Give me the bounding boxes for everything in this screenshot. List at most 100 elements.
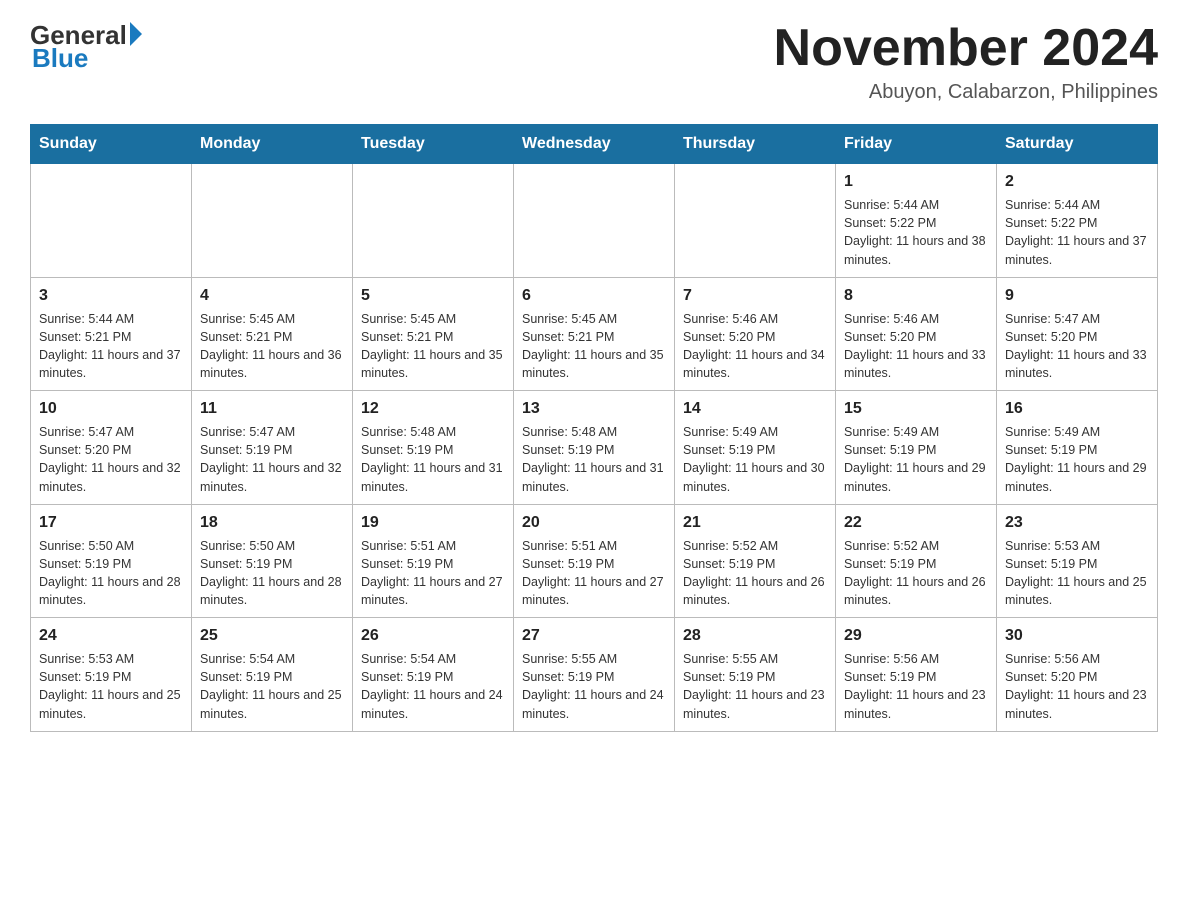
day-info: Sunrise: 5:45 AM Sunset: 5:21 PM Dayligh… [361, 310, 505, 383]
calendar-cell: 8Sunrise: 5:46 AM Sunset: 5:20 PM Daylig… [836, 277, 997, 391]
day-number: 26 [361, 624, 505, 648]
day-info: Sunrise: 5:52 AM Sunset: 5:19 PM Dayligh… [683, 537, 827, 610]
day-info: Sunrise: 5:53 AM Sunset: 5:19 PM Dayligh… [39, 650, 183, 723]
day-number: 25 [200, 624, 344, 648]
week-row-4: 17Sunrise: 5:50 AM Sunset: 5:19 PM Dayli… [31, 504, 1158, 618]
logo-blue: Blue [32, 43, 88, 74]
calendar-cell: 22Sunrise: 5:52 AM Sunset: 5:19 PM Dayli… [836, 504, 997, 618]
location: Abuyon, Calabarzon, Philippines [774, 81, 1158, 104]
day-info: Sunrise: 5:50 AM Sunset: 5:19 PM Dayligh… [39, 537, 183, 610]
day-number: 4 [200, 284, 344, 308]
calendar-cell: 27Sunrise: 5:55 AM Sunset: 5:19 PM Dayli… [514, 618, 675, 732]
day-number: 24 [39, 624, 183, 648]
day-number: 8 [844, 284, 988, 308]
calendar-cell: 13Sunrise: 5:48 AM Sunset: 5:19 PM Dayli… [514, 391, 675, 505]
column-header-friday: Friday [836, 125, 997, 164]
calendar-cell: 10Sunrise: 5:47 AM Sunset: 5:20 PM Dayli… [31, 391, 192, 505]
day-info: Sunrise: 5:51 AM Sunset: 5:19 PM Dayligh… [361, 537, 505, 610]
day-number: 28 [683, 624, 827, 648]
day-info: Sunrise: 5:49 AM Sunset: 5:19 PM Dayligh… [844, 423, 988, 496]
day-info: Sunrise: 5:48 AM Sunset: 5:19 PM Dayligh… [361, 423, 505, 496]
day-number: 9 [1005, 284, 1149, 308]
day-info: Sunrise: 5:49 AM Sunset: 5:19 PM Dayligh… [683, 423, 827, 496]
day-number: 22 [844, 511, 988, 535]
page-header: General Blue November 2024 Abuyon, Calab… [30, 20, 1158, 104]
calendar-cell: 5Sunrise: 5:45 AM Sunset: 5:21 PM Daylig… [353, 277, 514, 391]
calendar-cell: 18Sunrise: 5:50 AM Sunset: 5:19 PM Dayli… [192, 504, 353, 618]
day-number: 2 [1005, 170, 1149, 194]
day-number: 1 [844, 170, 988, 194]
calendar-cell: 1Sunrise: 5:44 AM Sunset: 5:22 PM Daylig… [836, 164, 997, 278]
calendar-cell: 7Sunrise: 5:46 AM Sunset: 5:20 PM Daylig… [675, 277, 836, 391]
day-info: Sunrise: 5:45 AM Sunset: 5:21 PM Dayligh… [522, 310, 666, 383]
calendar-cell: 29Sunrise: 5:56 AM Sunset: 5:19 PM Dayli… [836, 618, 997, 732]
day-info: Sunrise: 5:51 AM Sunset: 5:19 PM Dayligh… [522, 537, 666, 610]
calendar-cell: 20Sunrise: 5:51 AM Sunset: 5:19 PM Dayli… [514, 504, 675, 618]
calendar-cell: 15Sunrise: 5:49 AM Sunset: 5:19 PM Dayli… [836, 391, 997, 505]
calendar-cell: 2Sunrise: 5:44 AM Sunset: 5:22 PM Daylig… [997, 164, 1158, 278]
calendar-cell: 4Sunrise: 5:45 AM Sunset: 5:21 PM Daylig… [192, 277, 353, 391]
day-info: Sunrise: 5:46 AM Sunset: 5:20 PM Dayligh… [683, 310, 827, 383]
day-info: Sunrise: 5:44 AM Sunset: 5:22 PM Dayligh… [844, 196, 988, 269]
day-info: Sunrise: 5:47 AM Sunset: 5:20 PM Dayligh… [39, 423, 183, 496]
day-number: 7 [683, 284, 827, 308]
day-number: 6 [522, 284, 666, 308]
calendar-cell [31, 164, 192, 278]
week-row-5: 24Sunrise: 5:53 AM Sunset: 5:19 PM Dayli… [31, 618, 1158, 732]
day-info: Sunrise: 5:48 AM Sunset: 5:19 PM Dayligh… [522, 423, 666, 496]
column-header-monday: Monday [192, 125, 353, 164]
day-number: 29 [844, 624, 988, 648]
calendar-cell: 21Sunrise: 5:52 AM Sunset: 5:19 PM Dayli… [675, 504, 836, 618]
calendar-cell: 24Sunrise: 5:53 AM Sunset: 5:19 PM Dayli… [31, 618, 192, 732]
day-number: 16 [1005, 397, 1149, 421]
day-number: 30 [1005, 624, 1149, 648]
calendar-cell: 6Sunrise: 5:45 AM Sunset: 5:21 PM Daylig… [514, 277, 675, 391]
day-number: 10 [39, 397, 183, 421]
day-info: Sunrise: 5:45 AM Sunset: 5:21 PM Dayligh… [200, 310, 344, 383]
calendar-cell [514, 164, 675, 278]
column-header-tuesday: Tuesday [353, 125, 514, 164]
day-info: Sunrise: 5:44 AM Sunset: 5:22 PM Dayligh… [1005, 196, 1149, 269]
column-header-wednesday: Wednesday [514, 125, 675, 164]
calendar-cell: 9Sunrise: 5:47 AM Sunset: 5:20 PM Daylig… [997, 277, 1158, 391]
calendar-cell: 14Sunrise: 5:49 AM Sunset: 5:19 PM Dayli… [675, 391, 836, 505]
calendar-cell: 16Sunrise: 5:49 AM Sunset: 5:19 PM Dayli… [997, 391, 1158, 505]
day-info: Sunrise: 5:47 AM Sunset: 5:19 PM Dayligh… [200, 423, 344, 496]
calendar-cell: 30Sunrise: 5:56 AM Sunset: 5:20 PM Dayli… [997, 618, 1158, 732]
calendar-cell: 28Sunrise: 5:55 AM Sunset: 5:19 PM Dayli… [675, 618, 836, 732]
day-number: 3 [39, 284, 183, 308]
month-title: November 2024 [774, 20, 1158, 77]
week-row-3: 10Sunrise: 5:47 AM Sunset: 5:20 PM Dayli… [31, 391, 1158, 505]
day-number: 19 [361, 511, 505, 535]
day-number: 12 [361, 397, 505, 421]
day-info: Sunrise: 5:50 AM Sunset: 5:19 PM Dayligh… [200, 537, 344, 610]
calendar-cell [192, 164, 353, 278]
week-row-2: 3Sunrise: 5:44 AM Sunset: 5:21 PM Daylig… [31, 277, 1158, 391]
title-area: November 2024 Abuyon, Calabarzon, Philip… [774, 20, 1158, 104]
day-number: 15 [844, 397, 988, 421]
calendar-cell: 12Sunrise: 5:48 AM Sunset: 5:19 PM Dayli… [353, 391, 514, 505]
day-info: Sunrise: 5:56 AM Sunset: 5:20 PM Dayligh… [1005, 650, 1149, 723]
day-info: Sunrise: 5:52 AM Sunset: 5:19 PM Dayligh… [844, 537, 988, 610]
calendar-cell: 11Sunrise: 5:47 AM Sunset: 5:19 PM Dayli… [192, 391, 353, 505]
day-info: Sunrise: 5:49 AM Sunset: 5:19 PM Dayligh… [1005, 423, 1149, 496]
calendar-cell: 23Sunrise: 5:53 AM Sunset: 5:19 PM Dayli… [997, 504, 1158, 618]
day-info: Sunrise: 5:54 AM Sunset: 5:19 PM Dayligh… [200, 650, 344, 723]
day-number: 13 [522, 397, 666, 421]
day-number: 20 [522, 511, 666, 535]
day-info: Sunrise: 5:54 AM Sunset: 5:19 PM Dayligh… [361, 650, 505, 723]
calendar-cell: 19Sunrise: 5:51 AM Sunset: 5:19 PM Dayli… [353, 504, 514, 618]
week-row-1: 1Sunrise: 5:44 AM Sunset: 5:22 PM Daylig… [31, 164, 1158, 278]
day-number: 27 [522, 624, 666, 648]
day-number: 23 [1005, 511, 1149, 535]
calendar-cell: 25Sunrise: 5:54 AM Sunset: 5:19 PM Dayli… [192, 618, 353, 732]
calendar-cell: 26Sunrise: 5:54 AM Sunset: 5:19 PM Dayli… [353, 618, 514, 732]
day-info: Sunrise: 5:47 AM Sunset: 5:20 PM Dayligh… [1005, 310, 1149, 383]
day-info: Sunrise: 5:44 AM Sunset: 5:21 PM Dayligh… [39, 310, 183, 383]
calendar-cell [353, 164, 514, 278]
day-info: Sunrise: 5:56 AM Sunset: 5:19 PM Dayligh… [844, 650, 988, 723]
day-number: 11 [200, 397, 344, 421]
column-header-thursday: Thursday [675, 125, 836, 164]
day-number: 5 [361, 284, 505, 308]
day-info: Sunrise: 5:55 AM Sunset: 5:19 PM Dayligh… [522, 650, 666, 723]
